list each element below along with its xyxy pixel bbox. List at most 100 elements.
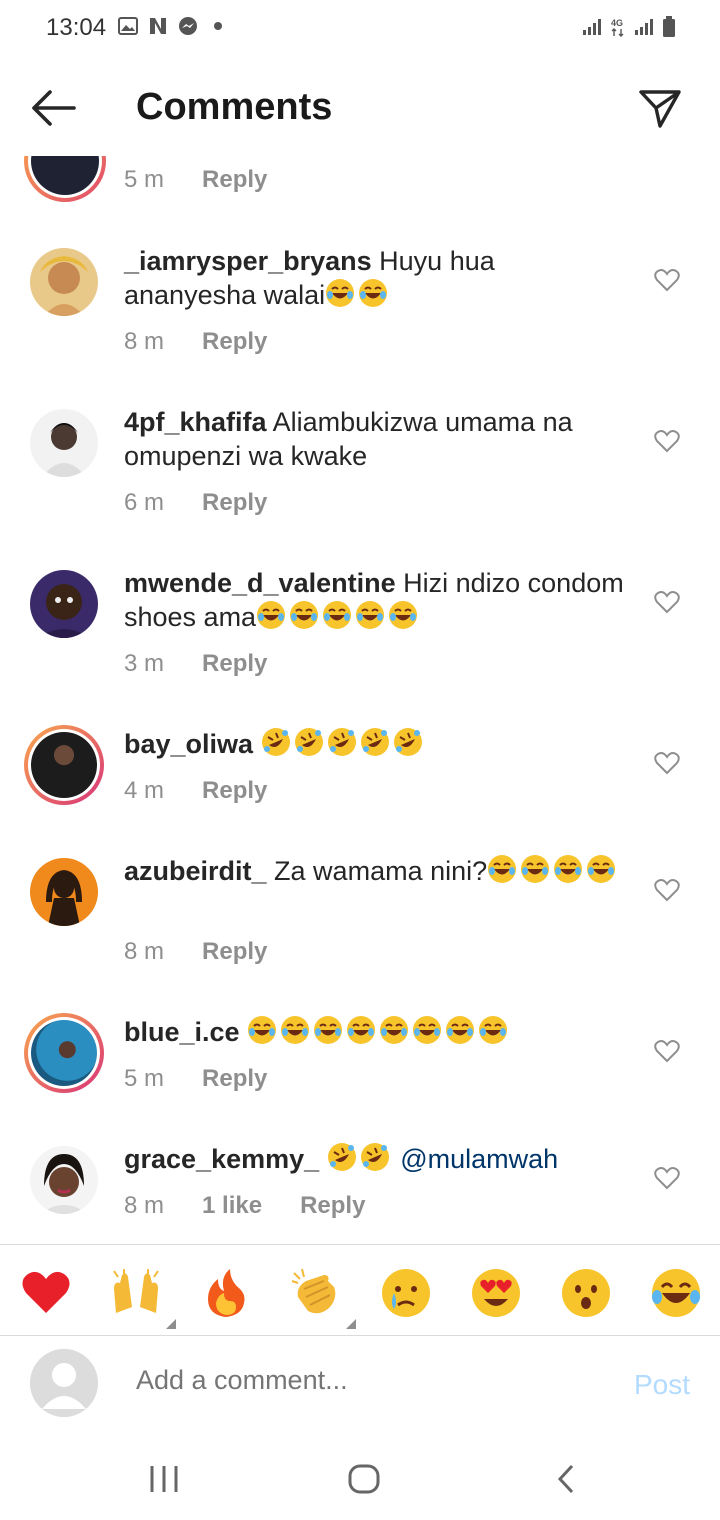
reaction-clapping-hands[interactable]	[290, 1267, 356, 1329]
likes-count[interactable]: 1 like	[202, 1192, 262, 1220]
like-button[interactable]	[654, 429, 680, 453]
comment-username[interactable]: azubeirdit_	[124, 856, 267, 886]
reaction-tears-of-joy[interactable]	[650, 1267, 702, 1319]
status-time: 13:04	[46, 14, 107, 41]
avatar[interactable]	[24, 156, 106, 202]
list-item: _iamrysper_bryans Huyu hua ananyesha wal…	[0, 246, 720, 358]
like-button[interactable]	[654, 751, 680, 775]
recent-apps-icon	[150, 1466, 178, 1492]
reply-button[interactable]: Reply	[202, 489, 267, 517]
reply-button[interactable]: Reply	[202, 777, 267, 805]
rofl-emoji-icon	[360, 1143, 389, 1171]
comment-body: blue_i.ce	[124, 1015, 624, 1049]
joy-emoji-icon	[380, 1016, 409, 1044]
comment-time: 3 m	[124, 650, 165, 677]
joy-emoji-icon	[323, 601, 352, 629]
comment-username[interactable]: blue_i.ce	[124, 1017, 240, 1047]
avatar[interactable]	[30, 409, 98, 477]
list-item: mwende_d_valentine Hizi ndizo condom sho…	[0, 568, 720, 680]
recent-apps-button[interactable]	[144, 1462, 184, 1498]
joy-emoji-icon	[488, 855, 517, 883]
comment-input[interactable]	[136, 1365, 576, 1396]
post-button[interactable]: Post	[634, 1369, 690, 1401]
reaction-crying-face[interactable]	[380, 1267, 432, 1319]
joy-emoji-icon	[257, 601, 286, 629]
emoji-group	[327, 1143, 393, 1174]
comment-text: Za wamama nini?	[274, 856, 488, 886]
notification-icons	[118, 16, 228, 36]
system-nav-bar	[0, 1436, 720, 1520]
list-item: azubeirdit_ Za wamama nini? 8 m Reply	[0, 855, 720, 968]
quick-reaction-bar	[0, 1244, 720, 1336]
page-title: Comments	[136, 86, 333, 128]
avatar	[30, 1349, 98, 1417]
reply-button[interactable]: Reply	[300, 1192, 365, 1220]
avatar[interactable]	[24, 725, 104, 805]
messenger-icon	[178, 16, 198, 36]
like-button[interactable]	[654, 878, 680, 902]
joy-emoji-icon	[248, 1016, 277, 1044]
reply-button[interactable]: Reply	[202, 938, 267, 966]
reply-button[interactable]: Reply	[202, 650, 267, 678]
share-button[interactable]	[638, 86, 682, 130]
comment-time: 5 m	[124, 166, 165, 193]
heart-outline-icon	[654, 1167, 680, 1190]
system-icons: 4G	[582, 16, 676, 43]
list-item: bay_oliwa 4 m Reply	[0, 725, 720, 811]
comment-time: 8 m	[124, 1192, 165, 1219]
reaction-heart-eyes[interactable]	[470, 1267, 522, 1319]
comment-composer: Post	[0, 1337, 720, 1433]
comment-body: _iamrysper_bryans Huyu hua ananyesha wal…	[124, 244, 624, 312]
back-nav-button[interactable]	[548, 1462, 588, 1498]
joy-emoji-icon	[521, 855, 550, 883]
rofl-emoji-icon	[360, 728, 389, 756]
back-button[interactable]	[30, 88, 76, 128]
joy-emoji-icon	[326, 279, 355, 307]
rofl-emoji-icon	[294, 728, 323, 756]
rofl-emoji-icon	[393, 728, 422, 756]
like-button[interactable]	[654, 590, 680, 614]
comment-list[interactable]: 5 m Reply _iamrysper_bryans Huyu hua ana…	[0, 156, 720, 1244]
comment-username[interactable]: 4pf_khafifa	[124, 407, 267, 437]
like-button[interactable]	[654, 268, 680, 292]
comment-username[interactable]: _iamrysper_bryans	[124, 246, 372, 276]
emoji-group	[247, 1016, 511, 1047]
arrow-left-icon	[32, 90, 76, 126]
comment-username[interactable]: bay_oliwa	[124, 729, 253, 759]
avatar[interactable]	[30, 570, 98, 638]
comment-time: 8 m	[124, 938, 165, 965]
avatar[interactable]	[30, 1146, 98, 1214]
reaction-raising-hands[interactable]	[110, 1267, 176, 1329]
comment-meta: 8 m Reply	[124, 328, 267, 356]
reply-button[interactable]: Reply	[202, 1065, 267, 1093]
heart-outline-icon	[654, 879, 680, 902]
rofl-emoji-icon	[327, 1143, 356, 1171]
comment-username[interactable]: mwende_d_valentine	[124, 568, 396, 598]
home-button[interactable]	[344, 1462, 384, 1498]
mention-link[interactable]: @mulamwah	[400, 1144, 558, 1174]
comment-meta: 5 m Reply	[124, 1065, 267, 1093]
reply-button[interactable]: Reply	[202, 166, 267, 194]
joy-emoji-icon	[413, 1016, 442, 1044]
rofl-emoji-icon	[327, 728, 356, 756]
avatar[interactable]	[30, 248, 98, 316]
joy-emoji-icon	[281, 1016, 310, 1044]
battery-icon	[662, 16, 676, 43]
comment-username[interactable]: grace_kemmy_	[124, 1144, 319, 1174]
reaction-surprised-face[interactable]	[560, 1267, 612, 1319]
dot-icon	[208, 16, 228, 36]
avatar[interactable]	[30, 858, 98, 926]
red-heart-icon	[22, 1271, 70, 1313]
comment-meta: 8 m 1 like Reply	[124, 1192, 365, 1220]
comment-meta: 4 m Reply	[124, 777, 267, 805]
reply-button[interactable]: Reply	[202, 328, 267, 356]
emoji-group	[256, 601, 421, 632]
avatar[interactable]	[24, 1013, 104, 1093]
reaction-fire[interactable]	[200, 1267, 252, 1319]
reaction-red-heart[interactable]	[20, 1267, 72, 1319]
joy-emoji-icon	[314, 1016, 343, 1044]
list-item: grace_kemmy_ @mulamwah 8 m 1 like Reply	[0, 1143, 720, 1226]
like-button[interactable]	[654, 1166, 680, 1190]
like-button[interactable]	[654, 1039, 680, 1063]
heart-outline-icon	[654, 269, 680, 292]
